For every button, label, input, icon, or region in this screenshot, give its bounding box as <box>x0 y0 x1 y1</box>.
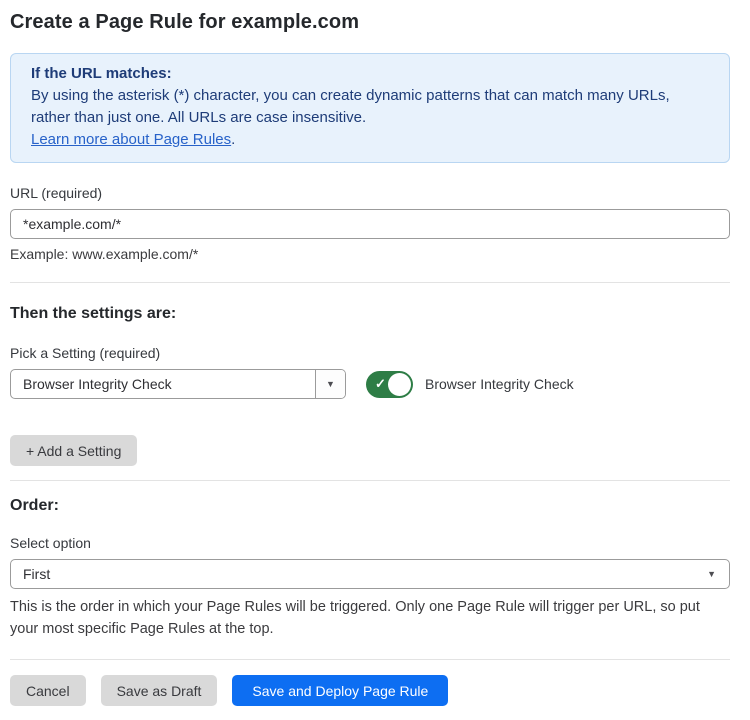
info-box-heading: If the URL matches: <box>31 63 709 85</box>
info-box-link-line: Learn more about Page Rules. <box>31 129 709 151</box>
save-as-draft-button[interactable]: Save as Draft <box>101 675 218 706</box>
info-box-body: By using the asterisk (*) character, you… <box>31 85 709 129</box>
cancel-button[interactable]: Cancel <box>10 675 86 706</box>
setting-row: Browser Integrity Check ▼ ✓ Browser Inte… <box>10 369 730 399</box>
divider <box>10 480 730 481</box>
order-select-value: First <box>23 566 50 582</box>
setting-picker-value: Browser Integrity Check <box>11 370 315 398</box>
page-rule-form: Create a Page Rule for example.com If th… <box>0 0 750 706</box>
chevron-down-icon: ▼ <box>707 569 716 579</box>
setting-picker-arrow-button[interactable]: ▼ <box>315 370 345 398</box>
url-field-label: URL (required) <box>10 185 730 201</box>
setting-picker-dropdown[interactable]: Browser Integrity Check ▼ <box>10 369 346 399</box>
divider <box>10 659 730 660</box>
settings-section-heading: Then the settings are: <box>10 305 730 323</box>
order-section-heading: Order: <box>10 497 730 515</box>
url-match-info-box: If the URL matches: By using the asteris… <box>10 53 730 163</box>
learn-more-link[interactable]: Learn more about Page Rules <box>31 131 231 148</box>
order-helper-text: This is the order in which your Page Rul… <box>10 596 730 640</box>
select-option-label: Select option <box>10 535 730 551</box>
check-icon: ✓ <box>375 377 386 390</box>
toggle-knob <box>388 373 411 396</box>
form-actions: Cancel Save as Draft Save and Deploy Pag… <box>10 675 730 706</box>
url-input[interactable] <box>10 209 730 239</box>
toggle-label: Browser Integrity Check <box>425 376 574 392</box>
save-and-deploy-button[interactable]: Save and Deploy Page Rule <box>232 675 448 706</box>
add-setting-button[interactable]: + Add a Setting <box>10 435 137 466</box>
chevron-down-icon: ▼ <box>326 379 335 389</box>
pick-setting-label: Pick a Setting (required) <box>10 345 730 361</box>
browser-integrity-toggle[interactable]: ✓ <box>366 371 413 398</box>
divider <box>10 282 730 283</box>
url-example-helper: Example: www.example.com/* <box>10 246 730 262</box>
page-title: Create a Page Rule for example.com <box>10 11 730 34</box>
order-select[interactable]: First ▼ <box>10 559 730 589</box>
link-period: . <box>231 131 235 148</box>
